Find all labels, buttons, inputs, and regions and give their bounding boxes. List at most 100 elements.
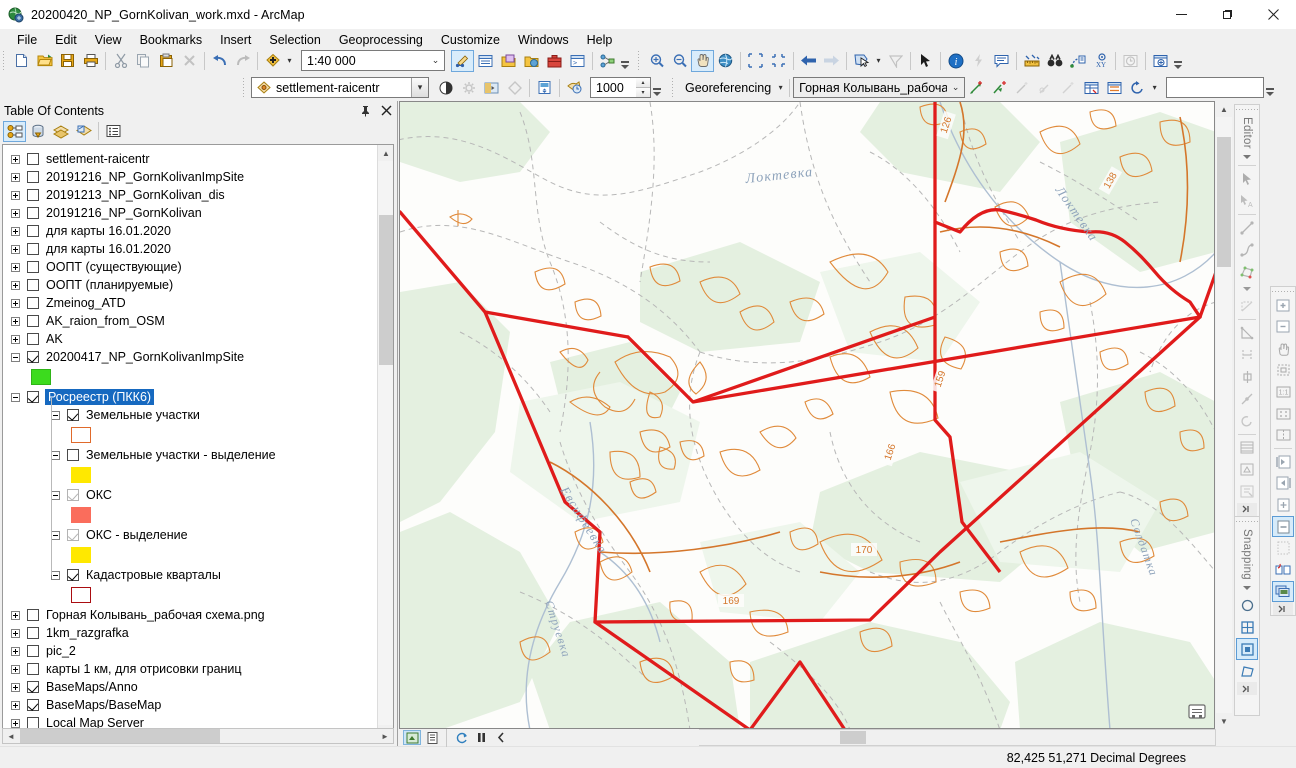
- list-by-selection-icon[interactable]: [72, 121, 95, 142]
- expand-arrow-icon[interactable]: [492, 730, 510, 745]
- snapping-toolbar-grip[interactable]: [1236, 517, 1258, 525]
- expand-plus-icon[interactable]: [11, 611, 20, 620]
- list-by-source-icon[interactable]: [26, 121, 49, 142]
- georeferencing-text-field[interactable]: [1166, 77, 1264, 98]
- layer-label[interactable]: ОКС - выделение: [86, 528, 188, 542]
- layer-row[interactable]: 20200417_NP_GornKolivanImpSite: [3, 348, 378, 366]
- list-by-visibility-icon[interactable]: [49, 121, 72, 142]
- measure-ruler-icon[interactable]: [1020, 50, 1043, 72]
- collapse-minus-icon[interactable]: [51, 531, 60, 540]
- layer-visibility-checkbox[interactable]: [67, 409, 79, 421]
- layer-label[interactable]: settlement-raicentr: [46, 152, 150, 166]
- rotate-pair-icon[interactable]: [1272, 559, 1294, 581]
- extra-toolbar-grip[interactable]: [1272, 287, 1294, 295]
- layer-visibility-checkbox[interactable]: [27, 391, 39, 403]
- save-icon[interactable]: [56, 50, 79, 72]
- layer-visibility-checkbox[interactable]: [27, 297, 39, 309]
- georeferencing-grip[interactable]: [671, 78, 677, 97]
- layer-label[interactable]: Земельные участки: [86, 408, 200, 422]
- delete-x-icon[interactable]: [178, 50, 201, 72]
- layer-label[interactable]: карты 1 км, для отрисовки границ: [46, 662, 242, 676]
- layer-visibility-checkbox[interactable]: [27, 627, 39, 639]
- snapping-menu-arrow-icon[interactable]: [1236, 582, 1258, 594]
- layers-window-icon[interactable]: [1272, 581, 1294, 603]
- collapse-minus-icon[interactable]: [51, 451, 60, 460]
- fixed-zoom-out-icon[interactable]: [767, 50, 790, 72]
- layer-visibility-checkbox[interactable]: [27, 171, 39, 183]
- create-viewer-window-icon[interactable]: [1149, 50, 1172, 72]
- attributes-table-icon[interactable]: [1236, 437, 1258, 459]
- redo-arrow-icon[interactable]: [231, 50, 254, 72]
- find-route-icon[interactable]: [1066, 50, 1089, 72]
- active-layer-combo[interactable]: settlement-raicentr ▾: [251, 77, 429, 98]
- scroll-up-arrow-icon[interactable]: ▲: [378, 145, 394, 161]
- toc-horizontal-scrollbar[interactable]: ◄ ►: [2, 728, 394, 744]
- reshape-feature-icon[interactable]: [1236, 295, 1258, 317]
- list-by-drawing-order-icon[interactable]: [3, 121, 26, 142]
- add-page-icon[interactable]: [1272, 494, 1294, 516]
- layer-label[interactable]: BaseMaps/BaseMap: [46, 698, 161, 712]
- menu-edit[interactable]: Edit: [46, 31, 86, 49]
- layer-row[interactable]: settlement-raicentr: [3, 150, 378, 168]
- layer-visibility-checkbox[interactable]: [27, 681, 39, 693]
- go-forward-extent-icon[interactable]: [820, 50, 843, 72]
- edit-vertices-icon[interactable]: [1236, 261, 1258, 283]
- split-icon[interactable]: [1236, 344, 1258, 366]
- menu-geoprocessing[interactable]: Geoprocessing: [330, 31, 432, 49]
- edit-vertices-dropdown-arrow-icon[interactable]: [1236, 283, 1258, 295]
- layer-visibility-checkbox[interactable]: [67, 449, 79, 461]
- layer-row[interactable]: Росреестр (ПКК6): [3, 388, 378, 406]
- edit-tool-arrow-icon[interactable]: [1236, 168, 1258, 190]
- scale-icon[interactable]: [1057, 77, 1080, 99]
- time-slider-icon[interactable]: [1119, 50, 1142, 72]
- edit-annotation-icon[interactable]: A: [1236, 190, 1258, 212]
- layer-label[interactable]: AK: [46, 332, 63, 346]
- map-scroll-thumb[interactable]: [1217, 137, 1231, 267]
- expand-plus-icon[interactable]: [11, 317, 20, 326]
- open-folder-icon[interactable]: [33, 50, 56, 72]
- map-scroll-up-arrow-icon[interactable]: ▲: [1216, 101, 1232, 117]
- layer-symbol-swatch[interactable]: [71, 587, 91, 603]
- snapping-toolbar-title[interactable]: Snapping: [1241, 525, 1253, 582]
- expand-plus-icon[interactable]: [11, 701, 20, 710]
- layer-visibility-checkbox[interactable]: [27, 261, 39, 273]
- add-control-points-icon[interactable]: [965, 77, 988, 99]
- select-elements-arrow-icon[interactable]: [914, 50, 937, 72]
- layer-visibility-checkbox[interactable]: [27, 225, 39, 237]
- layer-row[interactable]: 20191213_NP_GornKolivan_dis: [3, 186, 378, 204]
- sketch-properties-icon[interactable]: [1236, 459, 1258, 481]
- layer-row[interactable]: 20191216_NP_GornKolivanImpSite: [3, 168, 378, 186]
- editor-toolbar-grip[interactable]: [1236, 105, 1258, 113]
- layer-label[interactable]: 20191216_NP_GornKolivanImpSite: [46, 170, 244, 184]
- cut-scissors-icon[interactable]: [109, 50, 132, 72]
- layer-visibility-checkbox[interactable]: [27, 153, 39, 165]
- options-icon[interactable]: [102, 121, 125, 142]
- full-extent-globe-icon[interactable]: [714, 50, 737, 72]
- zoom-in-icon[interactable]: [645, 50, 668, 72]
- layer-label[interactable]: Земельные участки - выделение: [86, 448, 276, 462]
- rotate-dropdown-arrow-icon[interactable]: ▾: [1149, 78, 1160, 98]
- collapse-minus-icon[interactable]: [51, 411, 60, 420]
- remove-page-icon[interactable]: [1272, 516, 1294, 538]
- map-hscroll-thumb[interactable]: [840, 731, 866, 744]
- layer-label[interactable]: 1km_razgrafka: [46, 626, 129, 640]
- layer-row[interactable]: ООПТ (планируемые): [3, 276, 378, 294]
- chevron-down-icon[interactable]: ⌄: [947, 78, 964, 97]
- data-view-icon[interactable]: [403, 730, 421, 745]
- expand-plus-icon[interactable]: [11, 647, 20, 656]
- collapse-minus-icon[interactable]: [11, 353, 20, 362]
- layer-visibility-checkbox[interactable]: [67, 569, 79, 581]
- html-popup-icon[interactable]: [990, 50, 1013, 72]
- layer-row[interactable]: Земельные участки - выделение: [3, 446, 378, 464]
- refresh-icon[interactable]: [452, 730, 470, 745]
- expand-plus-icon[interactable]: [11, 209, 20, 218]
- layer-label[interactable]: pic_2: [46, 644, 76, 658]
- view-link-table-icon[interactable]: [1080, 77, 1103, 99]
- auto-register-icon[interactable]: [988, 77, 1011, 99]
- search-window-icon[interactable]: [520, 50, 543, 72]
- expand-plus-icon[interactable]: [11, 173, 20, 182]
- layer-label[interactable]: Росреестр (ПКК6): [45, 389, 154, 405]
- layer-row[interactable]: AK_raion_from_OSM: [3, 312, 378, 330]
- toc-scroll-thumb[interactable]: [379, 215, 393, 365]
- layer-row[interactable]: для карты 16.01.2020: [3, 222, 378, 240]
